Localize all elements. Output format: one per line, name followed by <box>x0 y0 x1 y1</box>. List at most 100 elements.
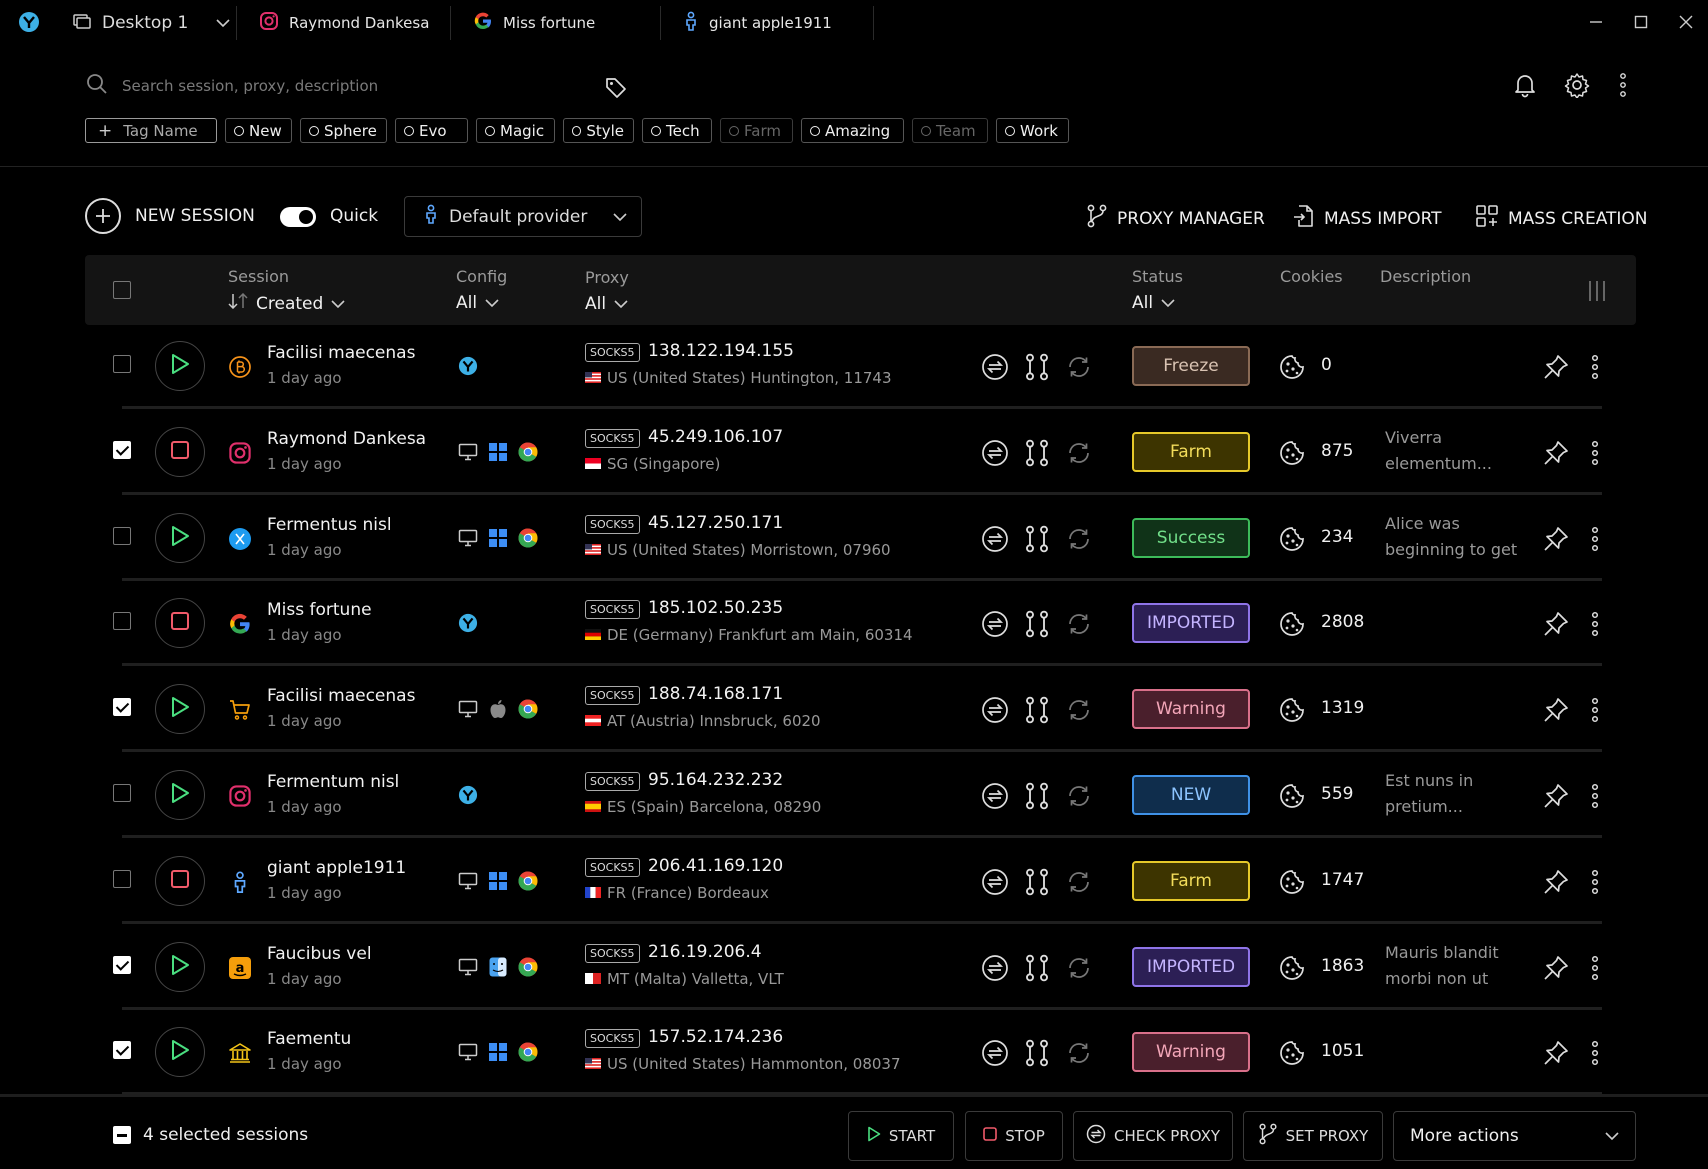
session-name[interactable]: Miss fortune <box>267 600 372 620</box>
pin-icon[interactable] <box>1542 696 1570 724</box>
table-row[interactable]: Facilisi maecenas 1 day ago SOCKS5 138.1… <box>85 325 1605 409</box>
more-vertical-icon[interactable] <box>1585 525 1605 553</box>
session-sort[interactable]: Created <box>228 292 345 314</box>
more-vertical-icon[interactable] <box>1585 1039 1605 1067</box>
desktop-switcher[interactable]: Desktop 1 <box>72 8 230 38</box>
tag-chip[interactable]: Farm <box>720 118 793 143</box>
check-proxy-icon[interactable] <box>981 353 1009 381</box>
set-proxy-icon[interactable] <box>1023 782 1051 810</box>
tag-chip[interactable]: Work <box>996 118 1069 143</box>
tag-chip[interactable]: Team <box>912 118 988 143</box>
session-name[interactable]: Faementu <box>267 1029 351 1049</box>
quick-toggle[interactable] <box>280 207 316 227</box>
session-name[interactable]: Facilisi maecenas <box>267 343 415 363</box>
tag-chip[interactable]: Evo <box>395 118 468 143</box>
table-row[interactable]: Fermentum nisl 1 day ago SOCKS5 95.164.2… <box>85 754 1605 838</box>
status-badge[interactable]: NEW <box>1132 775 1250 815</box>
status-badge[interactable]: Warning <box>1132 1032 1250 1073</box>
pin-icon[interactable] <box>1542 782 1570 810</box>
row-checkbox[interactable] <box>113 869 131 888</box>
set-proxy-icon[interactable] <box>1023 954 1051 982</box>
check-proxy-icon[interactable] <box>981 696 1009 724</box>
status-badge[interactable]: Freeze <box>1132 346 1250 386</box>
set-proxy-icon[interactable] <box>1023 610 1051 638</box>
start-session-button[interactable] <box>155 341 205 391</box>
check-proxy-icon[interactable] <box>981 439 1009 467</box>
refresh-icon[interactable] <box>1065 868 1093 896</box>
stop-button[interactable]: STOP <box>965 1111 1063 1161</box>
status-badge[interactable]: IMPORTED <box>1132 946 1250 987</box>
check-proxy-icon[interactable] <box>981 525 1009 553</box>
table-row[interactable]: Fermentus nisl 1 day ago SOCKS5 45.127.2… <box>85 497 1605 581</box>
table-row[interactable]: Facilisi maecenas 1 day ago SOCKS5 188.7… <box>85 668 1605 753</box>
new-session-button[interactable]: NEW SESSION <box>85 198 255 234</box>
pin-icon[interactable] <box>1542 868 1570 896</box>
gear-icon[interactable] <box>1564 72 1590 98</box>
check-proxy-icon[interactable] <box>981 782 1009 810</box>
window-tab-giant-apple[interactable]: giant apple1911 <box>660 6 874 40</box>
set-proxy-icon[interactable] <box>1023 439 1051 467</box>
bell-icon[interactable] <box>1512 72 1538 98</box>
stop-session-button[interactable] <box>155 855 205 906</box>
refresh-icon[interactable] <box>1065 782 1093 810</box>
stop-session-button[interactable] <box>155 426 205 477</box>
session-name[interactable]: Raymond Dankesa <box>267 429 426 449</box>
session-name[interactable]: giant apple1911 <box>267 858 406 878</box>
more-actions-select[interactable]: More actions <box>1393 1111 1636 1161</box>
tag-icon[interactable] <box>604 76 628 100</box>
check-proxy-icon[interactable] <box>981 954 1009 982</box>
select-all-checkbox[interactable] <box>113 281 131 299</box>
pin-icon[interactable] <box>1542 353 1570 381</box>
proxy-filter[interactable]: All <box>585 294 628 314</box>
maximize-icon[interactable] <box>1629 10 1653 34</box>
table-row[interactable]: Raymond Dankesa 1 day ago SOCKS5 45.249.… <box>85 411 1605 495</box>
tag-chip[interactable]: Magic <box>476 118 555 143</box>
provider-select[interactable]: Default provider <box>404 196 642 237</box>
start-button[interactable]: START <box>848 1111 954 1161</box>
set-proxy-icon[interactable] <box>1023 353 1051 381</box>
refresh-icon[interactable] <box>1065 353 1093 381</box>
add-tag-button[interactable]: + Tag Name <box>85 118 217 143</box>
session-name[interactable]: Fermentum nisl <box>267 772 399 792</box>
set-proxy-icon[interactable] <box>1023 1039 1051 1067</box>
tag-chip[interactable]: Sphere <box>300 118 387 143</box>
refresh-icon[interactable] <box>1065 610 1093 638</box>
row-checkbox[interactable] <box>113 355 131 373</box>
start-session-button[interactable] <box>155 770 205 820</box>
more-vertical-icon[interactable] <box>1585 610 1605 638</box>
set-proxy-icon[interactable] <box>1023 525 1051 553</box>
check-proxy-icon[interactable] <box>981 1039 1009 1067</box>
row-checkbox[interactable] <box>113 698 131 717</box>
tag-chip[interactable]: Style <box>563 118 634 143</box>
refresh-icon[interactable] <box>1065 696 1093 724</box>
session-name[interactable]: Faucibus vel <box>267 944 372 964</box>
row-checkbox[interactable] <box>113 1041 131 1060</box>
more-vertical-icon[interactable] <box>1585 782 1605 810</box>
config-filter[interactable]: All <box>456 293 499 313</box>
refresh-icon[interactable] <box>1065 439 1093 467</box>
window-tab-raymond[interactable]: Raymond Dankesa <box>236 6 450 40</box>
row-checkbox[interactable] <box>113 612 131 631</box>
session-name[interactable]: Fermentus nisl <box>267 515 392 535</box>
row-checkbox[interactable] <box>113 955 131 974</box>
table-row[interactable]: a Faucibus vel 1 day ago SOCKS5 216.19.2… <box>85 926 1605 1010</box>
start-session-button[interactable] <box>155 1027 205 1078</box>
table-row[interactable]: giant apple1911 1 day ago SOCKS5 206.41.… <box>85 840 1605 924</box>
deselect-checkbox[interactable] <box>113 1126 131 1144</box>
row-checkbox[interactable] <box>113 526 131 545</box>
row-checkbox[interactable] <box>113 784 131 802</box>
set-proxy-icon[interactable] <box>1023 868 1051 896</box>
tag-chip[interactable]: New <box>225 118 292 143</box>
table-row[interactable]: Miss fortune 1 day ago SOCKS5 185.102.50… <box>85 582 1605 667</box>
more-vertical-icon[interactable] <box>1585 954 1605 982</box>
refresh-icon[interactable] <box>1065 954 1093 982</box>
start-session-button[interactable] <box>155 684 205 735</box>
more-vertical-icon[interactable] <box>1585 696 1605 724</box>
row-checkbox[interactable] <box>113 440 131 459</box>
stop-session-button[interactable] <box>155 598 205 649</box>
close-icon[interactable] <box>1674 10 1698 34</box>
more-vertical-icon[interactable] <box>1585 868 1605 896</box>
mass-import-button[interactable]: MASS IMPORT <box>1293 204 1442 233</box>
pin-icon[interactable] <box>1542 1039 1570 1067</box>
status-badge[interactable]: Warning <box>1132 689 1250 730</box>
